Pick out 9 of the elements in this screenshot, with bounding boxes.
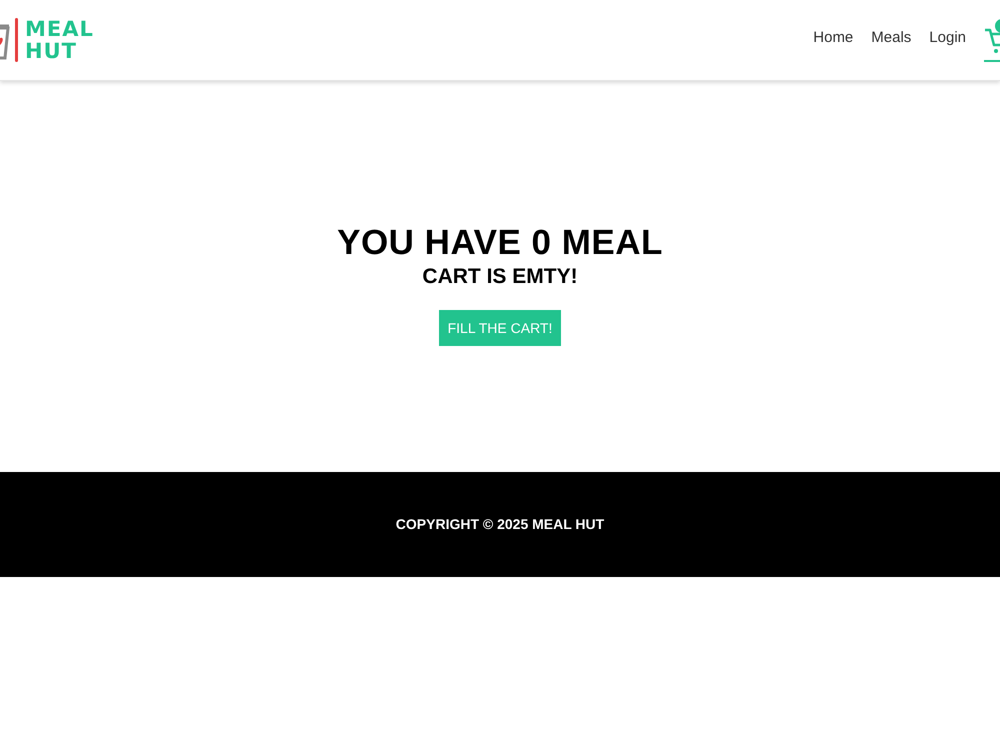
nav-link[interactable]: Login [929, 26, 966, 54]
nav-link[interactable]: Home [813, 26, 854, 54]
page-title: YOU HAVE 0 MEAL [337, 223, 663, 263]
logo-divider-icon [15, 18, 18, 62]
nav-link[interactable]: Meals [871, 26, 912, 54]
logo-text: MEAL [25, 18, 94, 40]
copyright-text: COPYRIGHT © 2025 MEAL HUT [396, 515, 604, 534]
logo-text: HUT [25, 40, 78, 62]
page-subtitle: CART IS EMTY! [422, 264, 578, 290]
